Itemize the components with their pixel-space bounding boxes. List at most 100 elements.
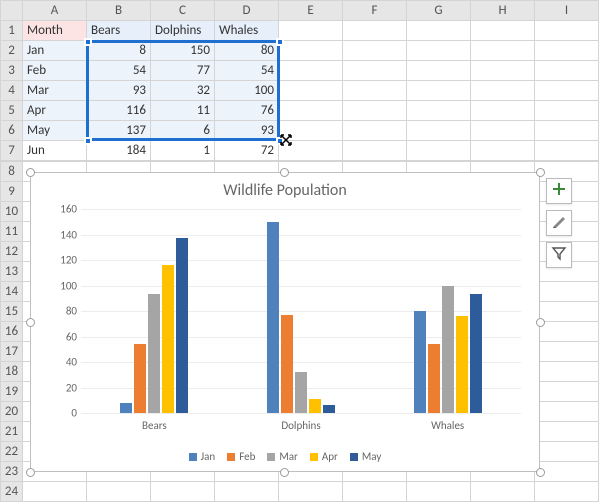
cell-I24[interactable] [535, 482, 599, 502]
chart-object[interactable]: Wildlife Population 02040608010012014016… [30, 172, 540, 472]
cell-G6[interactable] [407, 121, 471, 141]
bar[interactable] [176, 238, 188, 413]
bar[interactable] [134, 344, 146, 413]
row-header-24[interactable]: 24 [1, 482, 23, 502]
cell-I14[interactable] [535, 282, 599, 302]
col-header-I[interactable]: I [535, 1, 599, 21]
cell-D6[interactable]: 93 [215, 121, 279, 141]
cell-E4[interactable] [279, 81, 343, 101]
row-header-7[interactable]: 7 [1, 141, 23, 161]
row-header-16[interactable]: 16 [1, 322, 23, 342]
bar[interactable] [267, 222, 279, 413]
cell-I5[interactable] [535, 101, 599, 121]
chart-elements-button[interactable] [546, 178, 572, 204]
cell-B1[interactable]: Bears [87, 21, 151, 41]
row-header-23[interactable]: 23 [1, 462, 23, 482]
cell-F3[interactable] [343, 61, 407, 81]
row-header-15[interactable]: 15 [1, 302, 23, 322]
chart-handle[interactable] [536, 318, 545, 327]
cell-G1[interactable] [407, 21, 471, 41]
cell-A4[interactable]: Mar [23, 81, 87, 101]
cell-H2[interactable] [471, 41, 535, 61]
cell-G7[interactable] [407, 141, 471, 161]
row-header-13[interactable]: 13 [1, 262, 23, 282]
chart-handle[interactable] [280, 468, 289, 477]
cell-F7[interactable] [343, 141, 407, 161]
cell-H24[interactable] [471, 482, 535, 502]
cell-E7[interactable] [279, 141, 343, 161]
chart-legend[interactable]: JanFebMarAprMay [31, 450, 539, 463]
cell-D3[interactable]: 54 [215, 61, 279, 81]
cell-A7[interactable]: Jun [23, 141, 87, 161]
cell-A5[interactable]: Apr [23, 101, 87, 121]
bar[interactable] [120, 403, 132, 413]
cell-D4[interactable]: 100 [215, 81, 279, 101]
chart-handle[interactable] [26, 318, 35, 327]
row-header-22[interactable]: 22 [1, 442, 23, 462]
bar[interactable] [295, 372, 307, 413]
chart-styles-button[interactable] [546, 210, 572, 236]
cell-E1[interactable] [279, 21, 343, 41]
cell-H4[interactable] [471, 81, 535, 101]
row-header-3[interactable]: 3 [1, 61, 23, 81]
row-header-19[interactable]: 19 [1, 382, 23, 402]
cell-C1[interactable]: Dolphins [151, 21, 215, 41]
chart-handle[interactable] [536, 468, 545, 477]
row-header-5[interactable]: 5 [1, 101, 23, 121]
row-header-14[interactable]: 14 [1, 282, 23, 302]
cell-A6[interactable]: May [23, 121, 87, 141]
cell-H6[interactable] [471, 121, 535, 141]
cell-C2[interactable]: 150 [151, 41, 215, 61]
cell-E24[interactable] [279, 482, 343, 502]
cell-I19[interactable] [535, 382, 599, 402]
chart-handle[interactable] [280, 168, 289, 177]
cell-B7[interactable]: 184 [87, 141, 151, 161]
cell-C24[interactable] [151, 482, 215, 502]
cell-D2[interactable]: 80 [215, 41, 279, 61]
bar[interactable] [162, 265, 174, 413]
cell-B2[interactable]: 8 [87, 41, 151, 61]
cell-G2[interactable] [407, 41, 471, 61]
row-header-9[interactable]: 9 [1, 182, 23, 202]
row-header-8[interactable]: 8 [1, 162, 23, 182]
cell-E5[interactable] [279, 101, 343, 121]
cell-G4[interactable] [407, 81, 471, 101]
cell-C4[interactable]: 32 [151, 81, 215, 101]
row-header-10[interactable]: 10 [1, 202, 23, 222]
row-header-21[interactable]: 21 [1, 422, 23, 442]
cell-H3[interactable] [471, 61, 535, 81]
row-header-12[interactable]: 12 [1, 242, 23, 262]
cell-F6[interactable] [343, 121, 407, 141]
col-header-B[interactable]: B [87, 1, 151, 21]
bar[interactable] [414, 311, 426, 413]
row-header-11[interactable]: 11 [1, 222, 23, 242]
select-all-corner[interactable] [1, 1, 23, 21]
bar[interactable] [456, 316, 468, 413]
cell-C7[interactable]: 1 [151, 141, 215, 161]
legend-item[interactable]: May [350, 450, 381, 463]
cell-E2[interactable] [279, 41, 343, 61]
col-header-H[interactable]: H [471, 1, 535, 21]
cell-B5[interactable]: 116 [87, 101, 151, 121]
cell-I7[interactable] [535, 141, 599, 161]
row-header-4[interactable]: 4 [1, 81, 23, 101]
bar[interactable] [281, 315, 293, 413]
legend-item[interactable]: Mar [267, 450, 298, 463]
selection-handle-br[interactable] [276, 137, 284, 145]
cell-F1[interactable] [343, 21, 407, 41]
cell-I6[interactable] [535, 121, 599, 141]
cell-I4[interactable] [535, 81, 599, 101]
col-header-C[interactable]: C [151, 1, 215, 21]
cell-I3[interactable] [535, 61, 599, 81]
cell-G24[interactable] [407, 482, 471, 502]
cell-D24[interactable] [215, 482, 279, 502]
row-header-17[interactable]: 17 [1, 342, 23, 362]
bar[interactable] [470, 294, 482, 413]
legend-item[interactable]: Apr [310, 450, 338, 463]
cell-B4[interactable]: 93 [87, 81, 151, 101]
cell-D5[interactable]: 76 [215, 101, 279, 121]
chart-handle[interactable] [536, 168, 545, 177]
cell-H1[interactable] [471, 21, 535, 41]
selection-handle-tr[interactable] [276, 38, 284, 46]
cell-G5[interactable] [407, 101, 471, 121]
